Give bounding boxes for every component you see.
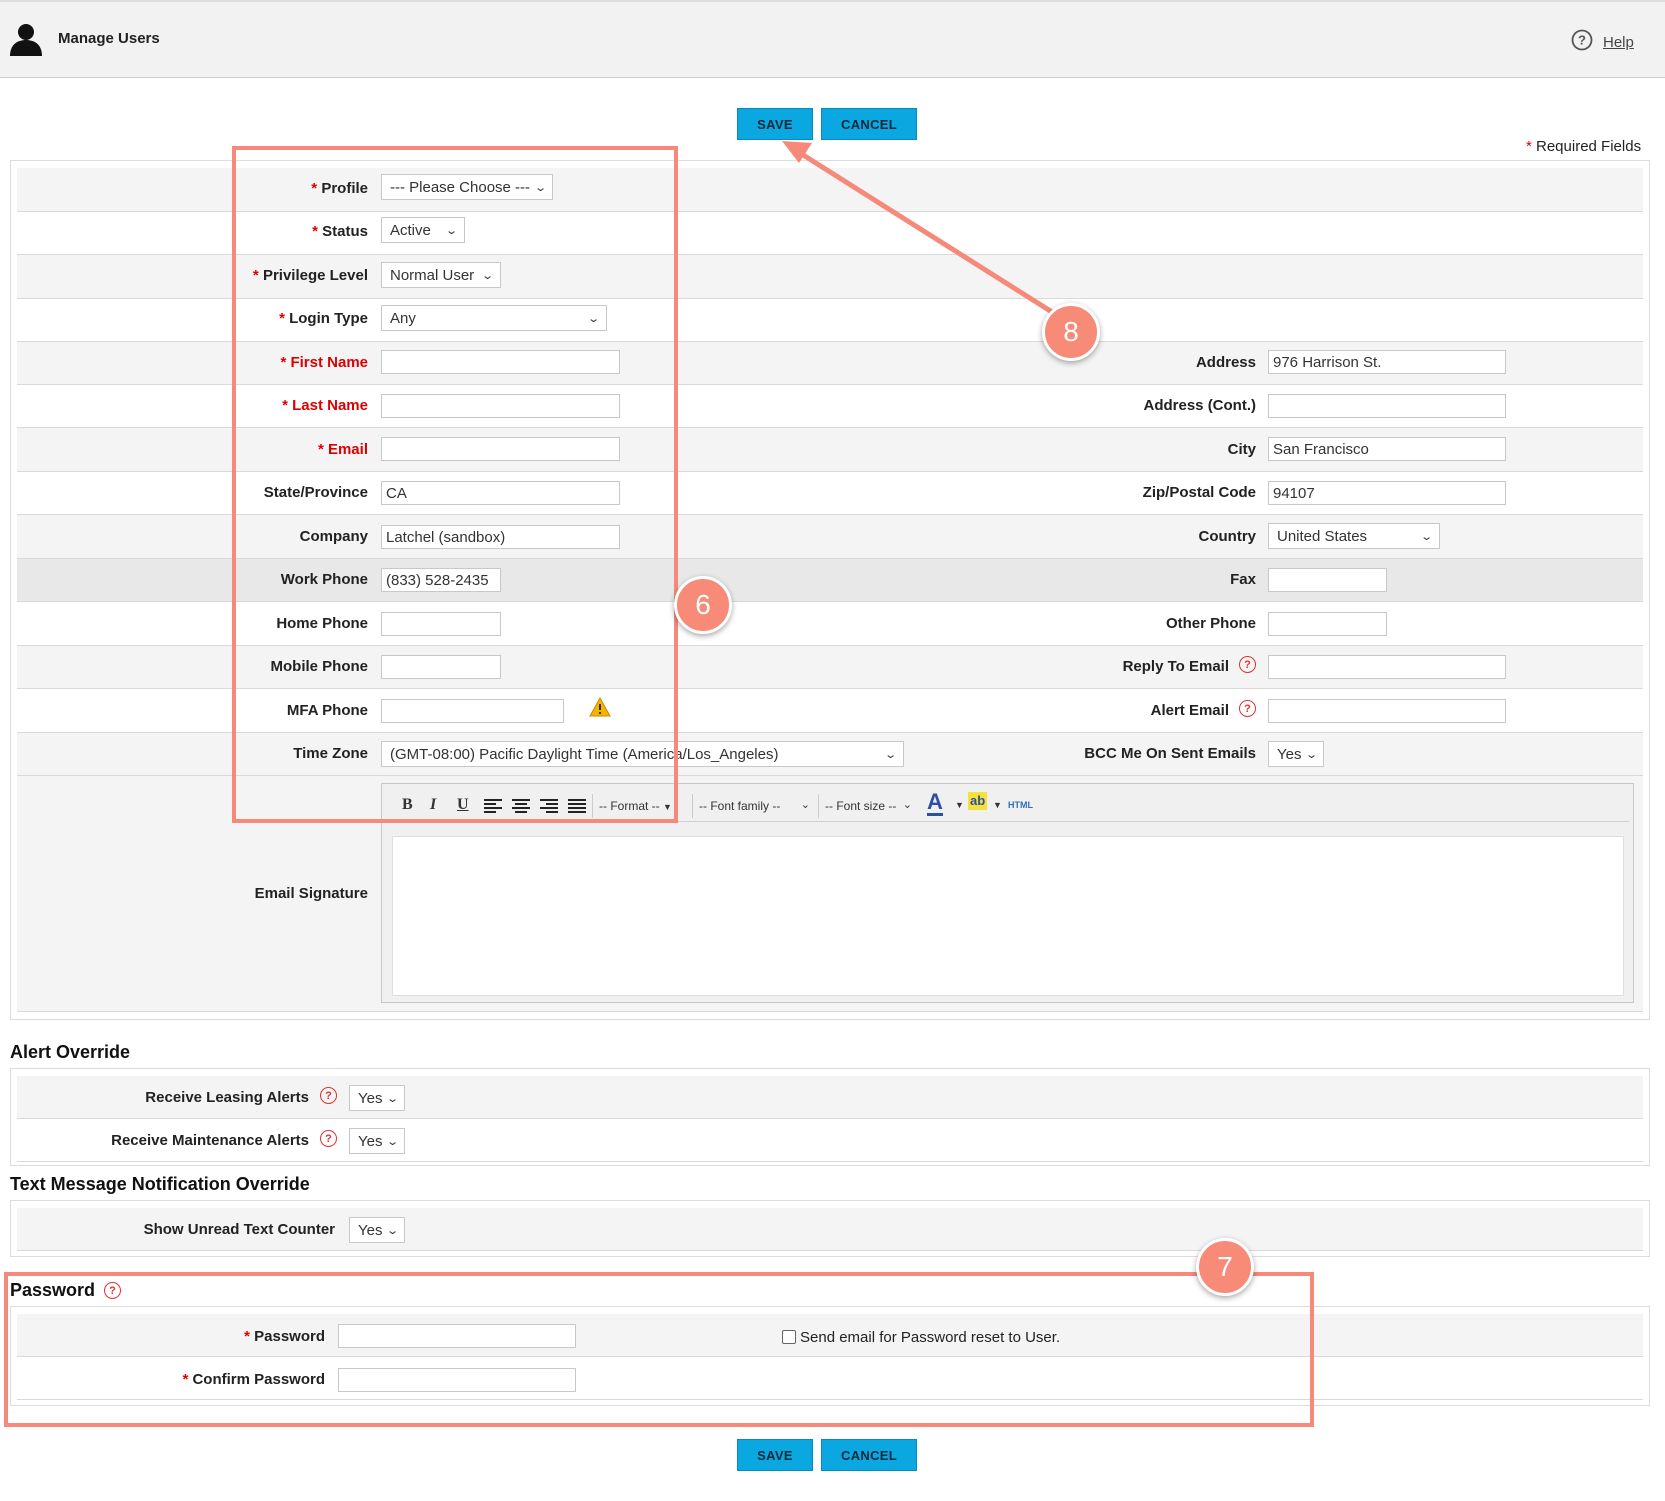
other-phone-input[interactable] bbox=[1268, 612, 1387, 636]
fax-input[interactable] bbox=[1268, 568, 1387, 592]
alert-email-input[interactable] bbox=[1268, 699, 1506, 723]
help-link[interactable]: Help bbox=[1603, 34, 1634, 51]
callout-badge-8: 8 bbox=[1042, 303, 1100, 361]
cancel-button-bottom[interactable]: CANCEL bbox=[821, 1439, 917, 1471]
chevron-down-icon: ⌄ bbox=[1419, 530, 1433, 543]
user-icon bbox=[10, 24, 42, 56]
chevron-down-icon: ⌄ bbox=[386, 1224, 400, 1237]
address-cont-label: Address (Cont.) bbox=[1143, 397, 1257, 414]
maintenance-alerts-select[interactable]: Yes ⌄ bbox=[349, 1128, 405, 1154]
chevron-down-icon[interactable]: ▼ bbox=[993, 800, 1002, 810]
svg-text:?: ? bbox=[1578, 33, 1586, 48]
chevron-down-icon: ⌄ bbox=[386, 1135, 400, 1148]
editor-content-area[interactable] bbox=[392, 836, 1624, 996]
address-cont-input[interactable] bbox=[1268, 394, 1506, 418]
bcc-select[interactable]: Yes ⌄ bbox=[1268, 741, 1324, 767]
callout-badge-6: 6 bbox=[674, 576, 732, 634]
help-icon[interactable]: ? bbox=[1571, 29, 1593, 51]
help-icon[interactable]: ? bbox=[1239, 656, 1256, 673]
help-icon[interactable]: ? bbox=[1239, 700, 1256, 717]
html-source-button[interactable]: HTML bbox=[1008, 800, 1033, 810]
reply-to-email-label: Reply To Email bbox=[1122, 658, 1229, 675]
alert-override-title: Alert Override bbox=[10, 1042, 131, 1062]
highlight-box-7 bbox=[4, 1272, 1314, 1427]
save-button-bottom[interactable]: SAVE bbox=[737, 1439, 813, 1471]
zip-input[interactable] bbox=[1268, 481, 1506, 505]
cancel-button-top[interactable]: CANCEL bbox=[821, 108, 917, 140]
unread-counter-label: Show Unread Text Counter bbox=[143, 1221, 335, 1238]
callout-badge-7: 7 bbox=[1196, 1238, 1254, 1296]
city-input[interactable] bbox=[1268, 437, 1506, 461]
highlight-icon[interactable]: ab bbox=[968, 792, 988, 810]
unread-counter-select[interactable]: Yes ⌄ bbox=[349, 1217, 405, 1243]
required-fields-note: * Required Fields bbox=[1526, 138, 1642, 155]
country-label: Country bbox=[1198, 528, 1257, 545]
country-select[interactable]: United States ⌄ bbox=[1268, 523, 1440, 549]
address-input[interactable] bbox=[1268, 350, 1506, 374]
reply-to-email-input[interactable] bbox=[1268, 655, 1506, 679]
leasing-alerts-select[interactable]: Yes ⌄ bbox=[349, 1085, 405, 1111]
alert-email-label: Alert Email bbox=[1150, 702, 1229, 719]
city-label: City bbox=[1227, 441, 1256, 458]
page-title: Manage Users bbox=[58, 30, 160, 47]
chevron-down-icon: ⌄ bbox=[883, 748, 897, 761]
email-signature-label: Email Signature bbox=[254, 885, 368, 902]
highlight-box-6 bbox=[232, 146, 678, 823]
save-button-top[interactable]: SAVE bbox=[737, 108, 813, 140]
help-icon[interactable]: ? bbox=[320, 1130, 337, 1147]
address-label: Address bbox=[1195, 354, 1256, 371]
chevron-down-icon: ⌄ bbox=[1305, 748, 1319, 761]
maintenance-alerts-label: Receive Maintenance Alerts bbox=[111, 1132, 309, 1149]
font-color-icon[interactable]: A bbox=[927, 791, 943, 816]
chevron-down-icon[interactable]: ▼ bbox=[955, 800, 964, 810]
help-icon[interactable]: ? bbox=[320, 1087, 337, 1104]
text-override-title: Text Message Notification Override bbox=[10, 1174, 310, 1194]
leasing-alerts-label: Receive Leasing Alerts bbox=[145, 1089, 309, 1106]
font-size-dropdown[interactable]: -- Font size -- ⌄ bbox=[818, 794, 916, 818]
chevron-down-icon: ⌄ bbox=[386, 1092, 400, 1105]
bcc-label: BCC Me On Sent Emails bbox=[1084, 745, 1256, 762]
zip-label: Zip/Postal Code bbox=[1142, 484, 1256, 501]
page-header: Manage Users ? Help bbox=[0, 0, 1665, 78]
font-family-dropdown[interactable]: -- Font family -- ⌄ bbox=[692, 794, 814, 818]
other-phone-label: Other Phone bbox=[1165, 615, 1256, 632]
fax-label: Fax bbox=[1230, 571, 1256, 588]
